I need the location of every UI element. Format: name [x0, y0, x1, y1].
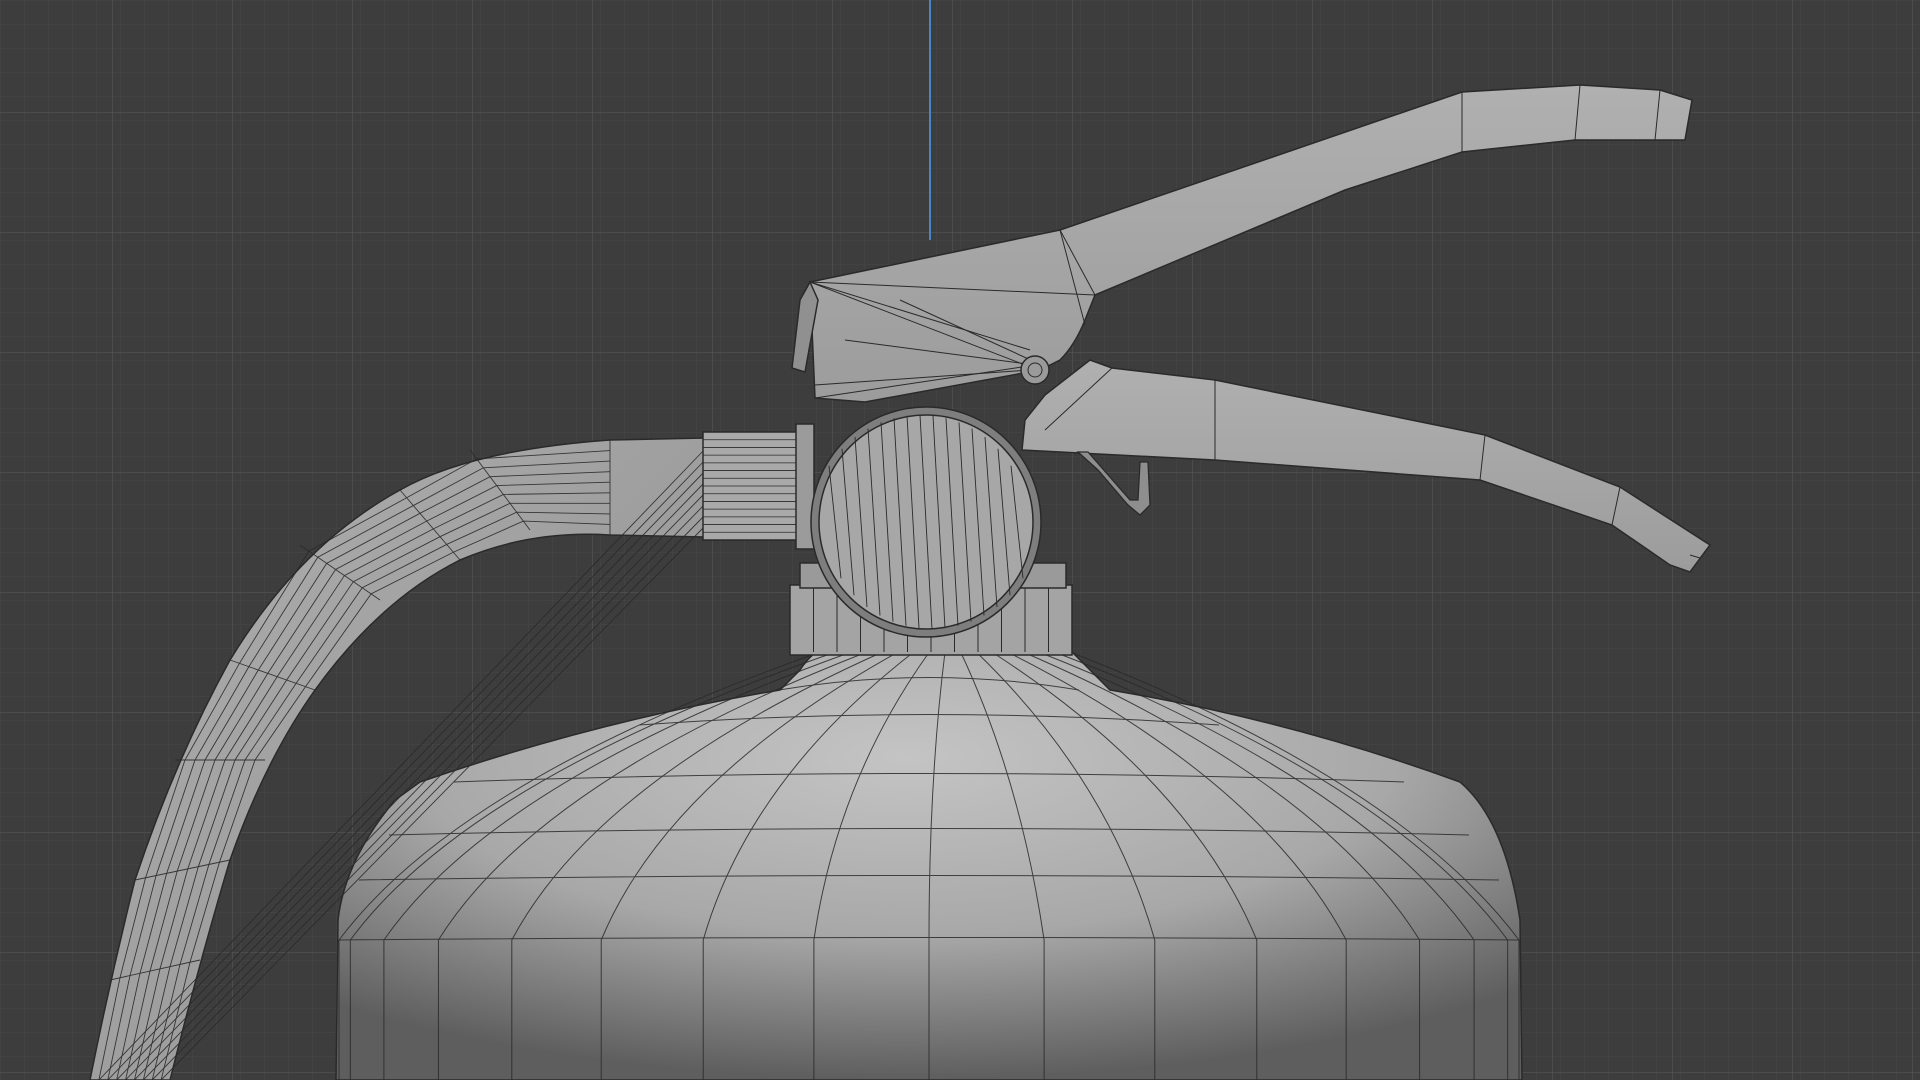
3d-viewport[interactable] — [0, 0, 1920, 1080]
pressure-gauge[interactable] — [810, 406, 1042, 638]
